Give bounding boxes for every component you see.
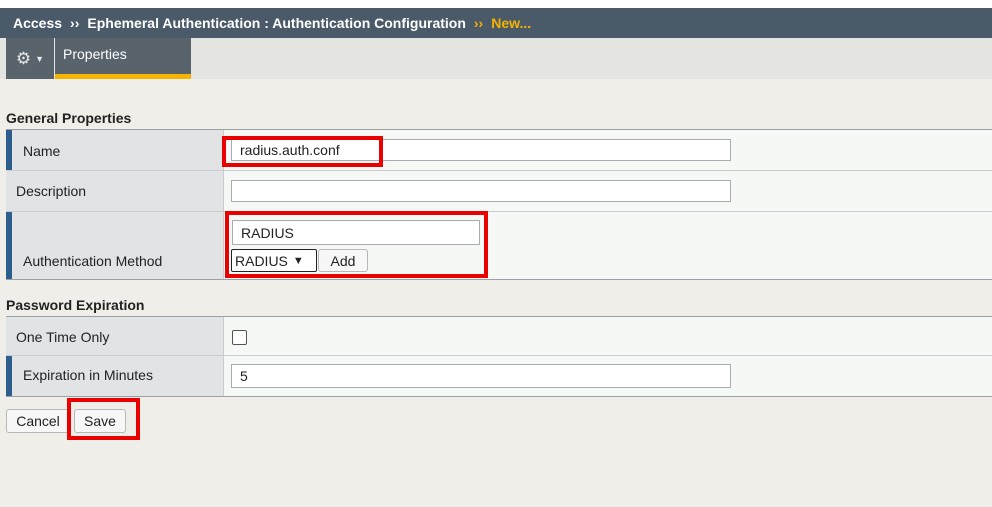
breadcrumb-separator: ›› [473, 15, 484, 31]
tab-properties[interactable]: Properties [55, 38, 191, 79]
breadcrumb-current: New... [491, 15, 532, 31]
authentication-method-label: Authentication Method [23, 253, 163, 269]
expiration-minutes-label: Expiration in Minutes [23, 367, 153, 383]
general-properties-title: General Properties [6, 110, 132, 126]
expiration-minutes-input[interactable] [231, 364, 731, 388]
gear-icon: ⚙ [15, 48, 32, 68]
one-time-only-checkbox[interactable] [232, 330, 247, 345]
gear-menu-button[interactable]: ⚙ ▼ [6, 38, 54, 79]
password-expiration-table: One Time Only Expiration in Minutes [6, 316, 992, 397]
breadcrumb-separator: ›› [70, 15, 80, 31]
password-expiration-title: Password Expiration [6, 297, 145, 313]
cancel-button[interactable]: Cancel [6, 409, 70, 433]
general-properties-table: Name Description Authentication Method R… [6, 129, 992, 280]
description-row: Description [6, 171, 992, 212]
description-label: Description [16, 183, 87, 199]
name-row: Name [6, 130, 992, 171]
one-time-only-label: One Time Only [16, 329, 110, 345]
tab-bar: ⚙ ▼ Properties [0, 38, 992, 79]
caret-down-icon: ▼ [35, 53, 45, 64]
breadcrumb-root[interactable]: Access [13, 15, 62, 31]
authentication-method-row: Authentication Method RADIUS▼ Add [6, 212, 992, 279]
one-time-only-row: One Time Only [6, 317, 992, 356]
breadcrumb-parent[interactable]: Ephemeral Authentication : Authenticatio… [87, 15, 466, 31]
highlight-box-authentication-method [225, 211, 488, 278]
name-label: Name [23, 143, 61, 159]
highlight-box-save [67, 398, 140, 440]
highlight-box-name [222, 136, 383, 167]
breadcrumb: Access ›› Ephemeral Authentication : Aut… [0, 0, 992, 38]
expiration-minutes-row: Expiration in Minutes [6, 356, 992, 396]
description-input[interactable] [231, 180, 731, 202]
